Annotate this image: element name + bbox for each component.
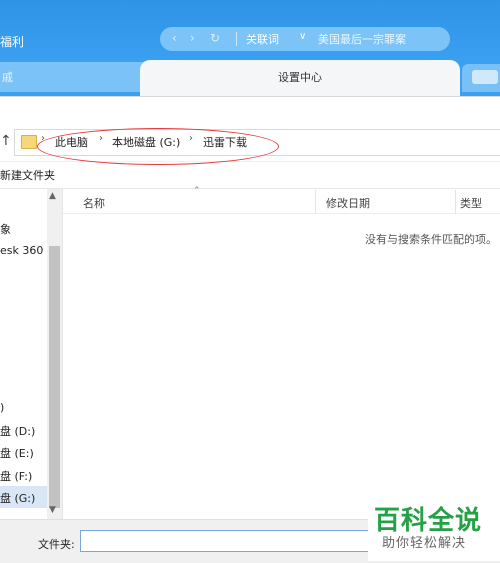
column-header-row: 名称 ⌃ 修改日期 类型 xyxy=(63,186,500,214)
nav-item-desk-360[interactable]: esk 360 xyxy=(0,244,43,257)
scroll-down-icon[interactable]: ▼ xyxy=(49,505,56,515)
tab-previous[interactable]: 戚 xyxy=(0,62,150,92)
nav-item-drive-e[interactable]: 盘 (E:) xyxy=(0,445,34,461)
folder-field-label: 文件夹: xyxy=(38,538,75,551)
search-query-text[interactable]: 美国最后一宗罪案 xyxy=(318,31,406,47)
folder-picker-dialog: ↑ › 此电脑 › 本地磁盘 (G:) › 迅雷下载 新建文件夹 象 esk 3… xyxy=(0,96,500,563)
sort-ascending-icon: ⌃ xyxy=(193,186,201,196)
tab-label: 设置中心 xyxy=(278,71,322,84)
column-type-header[interactable]: 类型 xyxy=(460,195,482,211)
new-tab-button[interactable] xyxy=(462,64,500,92)
nav-item-drive-f[interactable]: 盘 (F:) xyxy=(0,468,32,484)
column-divider[interactable] xyxy=(315,190,316,213)
up-arrow-icon[interactable]: ↑ xyxy=(0,133,12,149)
empty-folder-message: 没有与搜索条件匹配的项。 xyxy=(365,233,497,246)
nav-item-drive-d[interactable]: 盘 (D:) xyxy=(0,423,35,439)
forward-icon[interactable]: › xyxy=(190,31,195,45)
navigation-pane: 象 esk 360 ) 盘 (D:) 盘 (E:) 盘 (F:) 盘 (G:) … xyxy=(0,189,63,519)
watermark: 百科全说 助你轻松解决 xyxy=(368,498,500,561)
address-divider xyxy=(236,32,237,46)
related-words-label[interactable]: 关联词 xyxy=(246,31,279,47)
folder-icon xyxy=(21,135,37,149)
column-divider[interactable] xyxy=(455,190,456,213)
nav-scrollbar-thumb[interactable] xyxy=(49,246,60,508)
column-name-header[interactable]: 名称 xyxy=(83,195,105,211)
nav-item-desktop[interactable]: 象 xyxy=(0,221,11,237)
tab-settings-center[interactable]: 设置中心 xyxy=(140,60,460,96)
new-tab-icon xyxy=(472,70,498,84)
back-icon[interactable]: ‹ xyxy=(172,31,177,45)
toolbar-divider xyxy=(0,188,500,189)
bookmark-label[interactable]: 福利 xyxy=(0,33,24,50)
new-folder-button[interactable]: 新建文件夹 xyxy=(0,167,55,183)
nav-item-drive-g[interactable]: 盘 (G:) xyxy=(0,490,35,506)
highlight-ellipse xyxy=(37,128,279,165)
chevron-down-icon[interactable]: ∨ xyxy=(299,31,306,42)
address-bar[interactable]: ‹ › ↻ 关联词 ∨ 美国最后一宗罪案 xyxy=(160,27,450,51)
column-date-header[interactable]: 修改日期 xyxy=(326,195,370,211)
tab-label: 戚 xyxy=(2,71,13,84)
toolbar-divider xyxy=(0,161,500,162)
watermark-subtitle: 助你轻松解决 xyxy=(382,536,467,551)
scroll-up-icon[interactable]: ▲ xyxy=(49,191,56,201)
nav-item-drive-c[interactable]: ) xyxy=(0,401,4,414)
refresh-icon[interactable]: ↻ xyxy=(210,31,220,45)
